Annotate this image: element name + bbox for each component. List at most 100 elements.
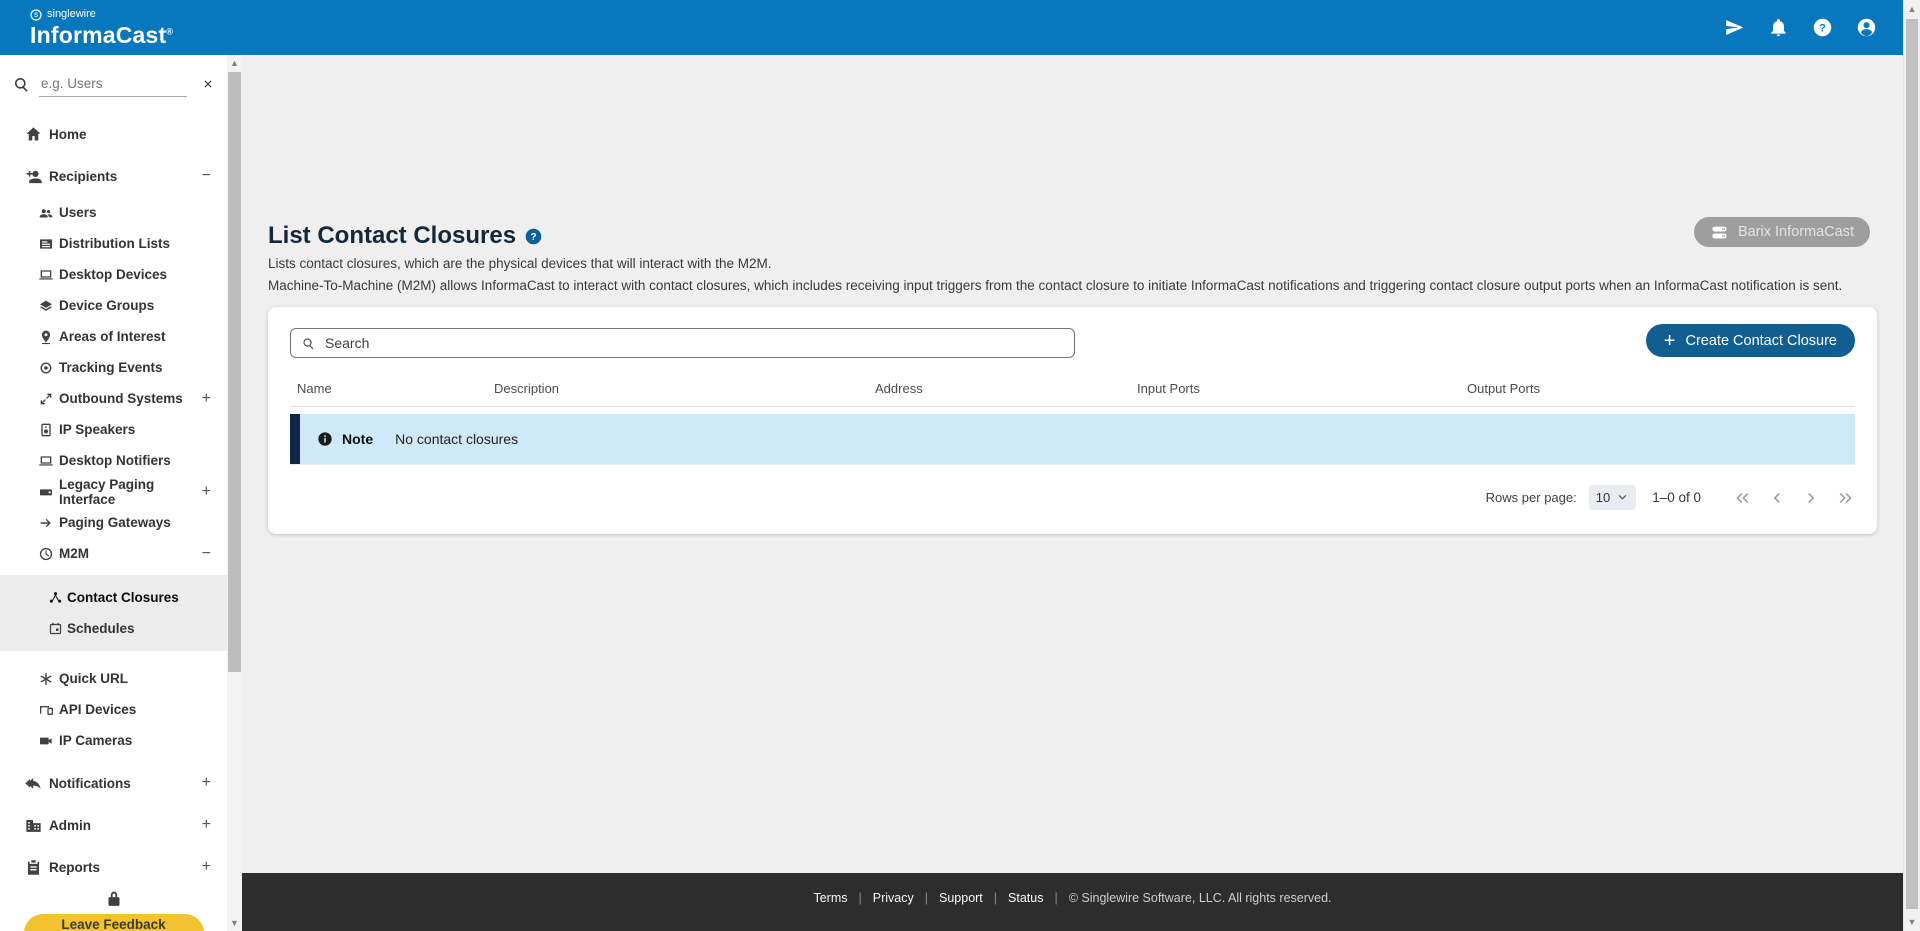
column-header-description: Description bbox=[494, 381, 560, 396]
distribution-lists-icon bbox=[38, 236, 59, 252]
sidebar-item-label: Tracking Events bbox=[59, 360, 163, 375]
tracking-events-icon bbox=[38, 360, 59, 376]
footer-copyright: © Singlewire Software, LLC. All rights r… bbox=[1068, 891, 1332, 905]
sidebar-item-admin[interactable]: Admin + bbox=[0, 804, 227, 846]
title-help-icon[interactable]: ? bbox=[525, 228, 542, 245]
help-button[interactable]: ? bbox=[1812, 17, 1833, 38]
sidebar-item-api-devices[interactable]: API Devices bbox=[0, 694, 227, 725]
sidebar-item-quick-url[interactable]: Quick URL bbox=[0, 663, 227, 694]
api-devices-icon bbox=[38, 702, 59, 718]
first-page-button[interactable] bbox=[1733, 488, 1753, 508]
page-description-2: Machine-To-Machine (M2M) allows InformaC… bbox=[268, 277, 1843, 293]
footer-link-support[interactable]: Support bbox=[939, 891, 983, 905]
plus-icon[interactable]: + bbox=[202, 816, 211, 834]
reports-icon bbox=[24, 858, 49, 877]
double-chevron-left-icon bbox=[1736, 492, 1749, 503]
previous-page-button[interactable] bbox=[1767, 488, 1787, 508]
admin-icon bbox=[24, 816, 49, 835]
sidebar-item-contact-closures[interactable]: Contact Closures bbox=[0, 582, 227, 613]
send-button[interactable] bbox=[1724, 17, 1745, 38]
sidebar-item-paging-gateways[interactable]: Paging Gateways bbox=[0, 507, 227, 538]
sidebar-item-areas-of-interest[interactable]: Areas of Interest bbox=[0, 321, 227, 352]
scroll-down-icon[interactable]: ▼ bbox=[1904, 914, 1920, 930]
next-page-button[interactable] bbox=[1801, 488, 1821, 508]
svg-text:?: ? bbox=[1819, 23, 1826, 35]
sidebar-item-users[interactable]: Users bbox=[0, 197, 227, 228]
create-contact-closure-button[interactable]: + Create Contact Closure bbox=[1645, 324, 1855, 357]
footer-separator: | bbox=[858, 891, 862, 905]
scroll-down-icon[interactable]: ▼ bbox=[227, 915, 242, 931]
desktop-notifiers-icon bbox=[38, 453, 59, 469]
app-logo[interactable]: singlewire InformaCast® bbox=[30, 9, 173, 47]
info-icon bbox=[318, 432, 332, 446]
sidebar-scrollbar[interactable]: ▲ ▼ bbox=[227, 55, 242, 931]
table-search-box bbox=[290, 328, 1075, 358]
brand-small: singlewire bbox=[47, 8, 96, 20]
page-description-1: Lists contact closures, which are the ph… bbox=[268, 256, 772, 271]
chevron-left-icon bbox=[1773, 492, 1780, 503]
footer-link-status[interactable]: Status bbox=[1008, 891, 1043, 905]
sidebar-item-label: Areas of Interest bbox=[59, 329, 166, 344]
plus-icon[interactable]: + bbox=[202, 858, 211, 876]
footer: Terms | Privacy | Support | Status | © Singlewir… bbox=[242, 873, 1903, 931]
note-label: Note bbox=[342, 431, 374, 447]
scroll-up-icon[interactable]: ▲ bbox=[227, 55, 242, 71]
rows-per-page-select[interactable]: 10 bbox=[1588, 485, 1637, 510]
barix-informacast-button[interactable]: Barix InformaCast bbox=[1693, 217, 1870, 247]
sidebar-item-label: Desktop Notifiers bbox=[59, 453, 171, 468]
sidebar-item-label: Schedules bbox=[67, 621, 135, 636]
users-icon bbox=[38, 205, 59, 221]
sidebar-item-desktop-devices[interactable]: Desktop Devices bbox=[0, 259, 227, 290]
sidebar-item-notifications[interactable]: Notifications + bbox=[0, 762, 227, 804]
sidebar-item-label: Desktop Devices bbox=[59, 267, 168, 282]
sidebar-item-device-groups[interactable]: Device Groups bbox=[0, 290, 227, 321]
footer-separator: | bbox=[993, 891, 998, 905]
svg-text:?: ? bbox=[531, 232, 537, 243]
search-icon bbox=[303, 337, 314, 349]
sidebar-item-label: Users bbox=[59, 205, 97, 220]
sidebar-item-legacy-paging-interface[interactable]: Legacy Paging Interface + bbox=[0, 476, 227, 507]
send-icon bbox=[1724, 17, 1745, 38]
leave-feedback-button[interactable]: Leave Feedback bbox=[23, 914, 204, 931]
clear-search-icon[interactable] bbox=[201, 77, 215, 91]
desktop-devices-icon bbox=[38, 267, 59, 283]
sidebar-item-schedules[interactable]: Schedules bbox=[0, 613, 227, 644]
sidebar-item-recipients[interactable]: Recipients − bbox=[0, 155, 227, 197]
page-scrollbar[interactable]: ▲ ▼ bbox=[1903, 0, 1920, 931]
sidebar-scrollbar-thumb[interactable] bbox=[228, 72, 241, 672]
table-search-input[interactable] bbox=[323, 334, 1064, 352]
sidebar-nav: Home Recipients − Users Distribution Lists De… bbox=[0, 113, 227, 888]
last-page-button[interactable] bbox=[1835, 488, 1855, 508]
sidebar-item-m2m[interactable]: M2M − bbox=[0, 538, 227, 569]
footer-separator: | bbox=[924, 891, 928, 905]
minus-icon[interactable]: − bbox=[202, 545, 211, 563]
plus-icon[interactable]: + bbox=[202, 483, 211, 501]
sidebar-item-label: API Devices bbox=[59, 702, 137, 717]
page-scrollbar-thumb[interactable] bbox=[1906, 19, 1918, 909]
sidebar-item-home[interactable]: Home bbox=[0, 113, 227, 155]
footer-link-privacy[interactable]: Privacy bbox=[873, 891, 914, 905]
sidebar-item-label: Recipients bbox=[49, 168, 118, 184]
sidebar-item-outbound-systems[interactable]: Outbound Systems + bbox=[0, 383, 227, 414]
outbound-systems-icon bbox=[38, 391, 59, 407]
account-button[interactable] bbox=[1856, 17, 1877, 38]
plus-icon[interactable]: + bbox=[202, 390, 211, 408]
column-header-output-ports: Output Ports bbox=[1467, 381, 1540, 396]
app-header: singlewire InformaCast® ? bbox=[0, 0, 1903, 55]
sidebar-item-desktop-notifiers[interactable]: Desktop Notifiers bbox=[0, 445, 227, 476]
column-header-address: Address bbox=[875, 381, 923, 396]
footer-link-terms[interactable]: Terms bbox=[813, 891, 847, 905]
sidebar-item-label: IP Cameras bbox=[59, 733, 133, 748]
scroll-up-icon[interactable]: ▲ bbox=[1904, 1, 1920, 17]
plus-icon[interactable]: + bbox=[202, 774, 211, 792]
sidebar-item-distribution-lists[interactable]: Distribution Lists bbox=[0, 228, 227, 259]
sidebar-search-input[interactable] bbox=[39, 71, 187, 97]
sidebar-item-label: Notifications bbox=[49, 775, 131, 791]
minus-icon[interactable]: − bbox=[202, 167, 211, 185]
sidebar-item-ip-cameras[interactable]: IP Cameras bbox=[0, 725, 227, 756]
account-icon bbox=[1856, 17, 1877, 38]
notifications-button[interactable] bbox=[1768, 17, 1789, 38]
sidebar-item-reports[interactable]: Reports + bbox=[0, 846, 227, 888]
sidebar-item-ip-speakers[interactable]: IP Speakers bbox=[0, 414, 227, 445]
sidebar-item-tracking-events[interactable]: Tracking Events bbox=[0, 352, 227, 383]
